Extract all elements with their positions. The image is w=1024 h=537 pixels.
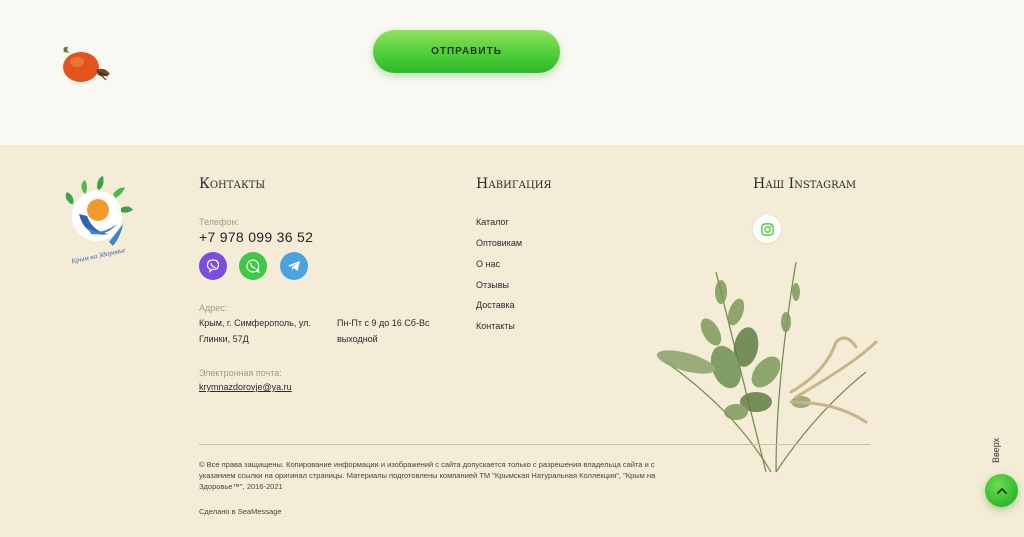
nav-link-about[interactable]: О нас [476, 259, 500, 269]
instagram-title: Наш Instagram [753, 176, 857, 192]
address-label: Адрес: [199, 303, 228, 313]
working-hours: Пн-Пт с 9 до 16 Сб-Вс выходной [337, 318, 430, 344]
rosehip-image [63, 46, 110, 82]
form-section: ОТПРАВИТЬ [0, 0, 1024, 145]
phone-label: Телефон: [199, 217, 239, 227]
viber-button[interactable] [199, 252, 227, 280]
footer-divider [199, 444, 870, 445]
nav-link-delivery[interactable]: Доставка [476, 300, 515, 310]
scroll-up-button[interactable] [985, 474, 1018, 507]
email-link[interactable]: krymnazdorovje@ya.ru [199, 382, 292, 392]
email-label: Электронная почта: [199, 368, 282, 378]
nav-link-reviews[interactable]: Отзывы [476, 280, 509, 290]
chevron-up-icon [996, 487, 1007, 494]
copyright-text: © Все права защищены. Копирование информ… [199, 460, 656, 491]
nav-link-catalog[interactable]: Каталог [476, 217, 509, 227]
phone-link[interactable]: +7 978 099 36 52 [199, 229, 313, 245]
submit-button[interactable]: ОТПРАВИТЬ [373, 30, 560, 73]
instagram-button[interactable] [753, 215, 781, 243]
logo-text: Крым на Здоровье [70, 246, 126, 264]
navigation-title: Навигация [476, 176, 552, 192]
telegram-icon [288, 261, 300, 271]
herbs-decoration [656, 261, 878, 473]
whatsapp-button[interactable] [239, 252, 267, 280]
viber-icon [206, 259, 220, 273]
made-by-link[interactable]: Сделано в SeaMessage [199, 507, 282, 516]
telegram-button[interactable] [280, 252, 308, 280]
instagram-icon [760, 222, 774, 236]
whatsapp-icon [246, 259, 260, 273]
nav-link-wholesale[interactable]: Оптовикам [476, 238, 522, 248]
nav-link-contacts[interactable]: Контакты [476, 321, 515, 331]
scroll-up-label: Вверх [991, 437, 1001, 463]
contacts-title: Контакты [199, 176, 266, 192]
address-text: Крым, г. Симферополь, ул. Глинки, 57Д [199, 318, 311, 344]
site-logo[interactable]: Крым на Здоровье [57, 176, 135, 264]
